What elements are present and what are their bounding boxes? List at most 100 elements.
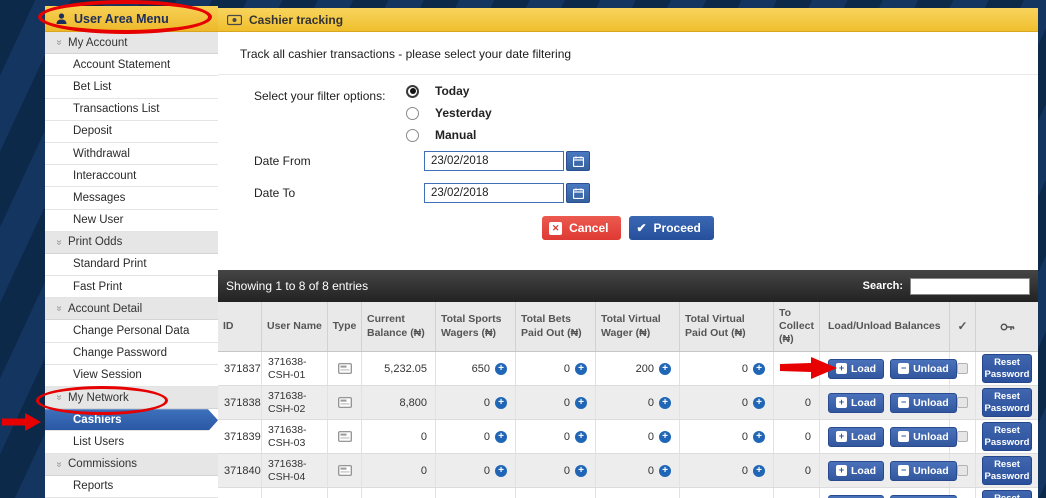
col-reset-password[interactable] — [976, 302, 1038, 351]
load-button[interactable]: +Load — [828, 358, 885, 379]
expand-plus-icon[interactable]: + — [575, 430, 587, 443]
sidebar-item-interaccount[interactable]: » Interaccount — [45, 165, 218, 188]
section-chevron-icon: » — [53, 39, 65, 46]
load-button[interactable]: +Load — [828, 392, 885, 413]
expand-plus-icon[interactable]: + — [659, 362, 671, 375]
radio-today[interactable] — [406, 84, 419, 98]
col-id[interactable]: ID — [218, 302, 262, 351]
row-checkbox[interactable] — [957, 363, 968, 374]
expand-plus-icon[interactable]: + — [575, 464, 587, 477]
calendar-icon — [572, 188, 584, 199]
cell-current-balance: 0 — [362, 420, 436, 453]
cell-total-virtual-wager: 0 + — [596, 386, 680, 419]
unload-button[interactable]: −Unload — [890, 494, 957, 498]
sidebar-section-print-odds[interactable]: » Print Odds — [45, 231, 218, 254]
col-total-bets-paid-out[interactable]: Total Bets Paid Out (₦) — [516, 302, 596, 351]
expand-plus-icon[interactable]: + — [659, 464, 671, 477]
radio-yesterday[interactable] — [406, 106, 419, 120]
col-checkmark[interactable]: ✓ — [950, 302, 976, 351]
col-current-balance[interactable]: Current Balance (₦) — [362, 302, 436, 351]
date-from-input[interactable] — [424, 151, 564, 171]
col-total-sports-wagers[interactable]: Total Sports Wagers (₦) — [436, 302, 516, 351]
expand-plus-icon[interactable]: + — [495, 396, 507, 409]
cell-reset-password: Reset Password — [976, 352, 1038, 385]
date-to-calendar-button[interactable] — [566, 183, 590, 203]
col-user-name[interactable]: User Name — [262, 302, 328, 351]
expand-plus-icon[interactable]: + — [575, 362, 587, 375]
sidebar-section-my-network[interactable]: » My Network — [45, 387, 218, 410]
col-load-unload-balances[interactable]: Load/Unload Balances — [820, 302, 950, 351]
unload-button[interactable]: −Unload — [890, 426, 957, 447]
cell-load-unload: +Load −Unload — [820, 386, 957, 419]
sidebar-item-bet-list[interactable]: » Bet List — [45, 76, 218, 99]
cancel-button[interactable]: ✕ Cancel — [542, 216, 622, 240]
reset-password-button[interactable]: Reset Password — [982, 455, 1032, 486]
sidebar-item-reports[interactable]: » Reports — [45, 475, 218, 498]
cell-total-virtual-paid-out: 0 + — [680, 454, 774, 487]
expand-plus-icon[interactable]: + — [575, 396, 587, 409]
load-button[interactable]: +Load — [828, 426, 885, 447]
sidebar-item-cashiers[interactable]: » Cashiers — [45, 409, 218, 431]
col-to-collect[interactable]: To Collect (₦) — [774, 302, 820, 351]
proceed-button[interactable]: ✔ Proceed — [629, 216, 714, 240]
sidebar-item-deposit[interactable]: » Deposit — [45, 120, 218, 143]
sidebar-item-change-personal-data[interactable]: » Change Personal Data — [45, 320, 218, 343]
expand-plus-icon[interactable]: + — [495, 362, 507, 375]
cell-current-balance — [362, 488, 436, 498]
minus-icon: − — [898, 465, 910, 476]
sidebar-item-account-statement[interactable]: » Account Statement — [45, 54, 218, 77]
radio-manual[interactable] — [406, 128, 419, 142]
cell-to-collect: 0 — [774, 454, 820, 487]
sidebar-item-new-user[interactable]: » New User — [45, 209, 218, 232]
expand-plus-icon[interactable]: + — [495, 430, 507, 443]
date-from-calendar-button[interactable] — [566, 151, 590, 171]
unload-button[interactable]: −Unload — [890, 358, 957, 379]
sidebar-item-standard-print[interactable]: » Standard Print — [45, 253, 218, 277]
showing-entries-text: Showing 1 to 8 of 8 entries — [226, 279, 369, 293]
sidebar-item-messages[interactable]: » Messages — [45, 187, 218, 210]
sidebar-item-label: My Network — [68, 391, 129, 404]
reset-password-button[interactable]: Reset Password — [982, 387, 1032, 418]
radio-option-manual[interactable]: Manual — [406, 124, 492, 146]
row-checkbox[interactable] — [957, 465, 968, 476]
reset-password-button[interactable]: Reset Password — [982, 353, 1032, 384]
sidebar-item-view-session[interactable]: » View Session — [45, 364, 218, 387]
col-total-virtual-wager[interactable]: Total Virtual Wager (₦) — [596, 302, 680, 351]
radio-option-yesterday[interactable]: Yesterday — [406, 102, 492, 124]
search-input[interactable] — [910, 277, 1030, 295]
cell-checkbox — [950, 352, 976, 385]
sidebar-item-fast-print[interactable]: » Fast Print — [45, 276, 218, 299]
table-header: ID User Name Type Current Balance (₦) To… — [218, 302, 1038, 352]
sidebar-item-change-password[interactable]: » Change Password — [45, 342, 218, 365]
sidebar-item-transactions-list[interactable]: » Transactions List — [45, 98, 218, 121]
sidebar-section-account-detail[interactable]: » Account Detail — [45, 298, 218, 321]
sidebar-item-label: Change Personal Data — [73, 325, 190, 338]
sidebar-section-commissions[interactable]: » Commissions — [45, 453, 218, 476]
expand-plus-icon[interactable]: + — [753, 430, 765, 443]
load-button[interactable]: +Load — [828, 494, 885, 498]
sidebar-item-withdrawal[interactable]: » Withdrawal — [45, 142, 218, 166]
cell-total-virtual-wager: 0 + — [596, 454, 680, 487]
check-icon: ✔ — [636, 221, 647, 235]
cell-load-unload: +Load −Unload — [820, 488, 957, 498]
row-checkbox[interactable] — [957, 431, 968, 442]
unload-button[interactable]: −Unload — [890, 392, 957, 413]
expand-plus-icon[interactable]: + — [753, 396, 765, 409]
col-type[interactable]: Type — [328, 302, 362, 351]
sidebar-section-my-account[interactable]: » My Account — [45, 32, 218, 55]
reset-password-button[interactable]: Reset Password — [982, 489, 1032, 498]
date-to-input[interactable] — [424, 183, 564, 203]
expand-plus-icon[interactable]: + — [495, 464, 507, 477]
col-total-virtual-paid-out[interactable]: Total Virtual Paid Out (₦) — [680, 302, 774, 351]
radio-option-today[interactable]: Today — [406, 80, 492, 102]
minus-icon: − — [898, 363, 910, 374]
unload-button[interactable]: −Unload — [890, 460, 957, 481]
sidebar-item-list-users[interactable]: » List Users — [45, 431, 218, 454]
expand-plus-icon[interactable]: + — [753, 464, 765, 477]
row-checkbox[interactable] — [957, 397, 968, 408]
load-button[interactable]: +Load — [828, 460, 885, 481]
expand-plus-icon[interactable]: + — [659, 396, 671, 409]
reset-password-button[interactable]: Reset Password — [982, 421, 1032, 452]
expand-plus-icon[interactable]: + — [753, 362, 765, 375]
expand-plus-icon[interactable]: + — [659, 430, 671, 443]
